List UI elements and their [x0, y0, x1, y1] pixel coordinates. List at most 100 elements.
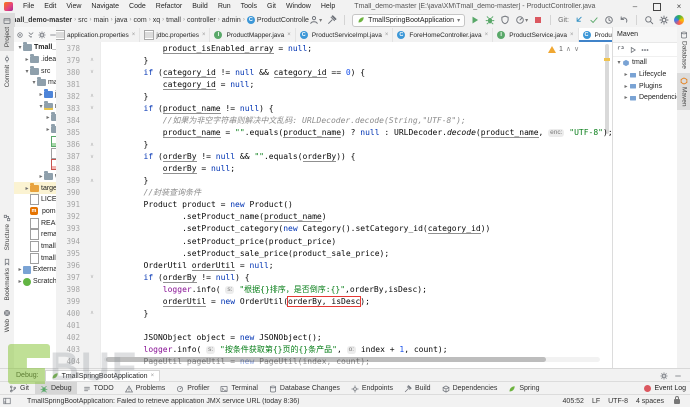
fold-marker[interactable]: ∧ [84, 138, 101, 151]
fold-marker[interactable]: ∨ [84, 102, 101, 115]
code-line[interactable]: 402 JSONObject object = new JSONObject(); [56, 331, 612, 344]
tree-item[interactable]: ▾ src [14, 65, 56, 77]
editor-tab[interactable]: CProductController.java× [578, 28, 612, 42]
layout-icon[interactable] [3, 397, 11, 405]
file-encoding[interactable]: UTF-8 [608, 398, 628, 405]
breadcrumb-item[interactable]: xq [153, 17, 160, 24]
warning-stripe-mark[interactable] [604, 58, 610, 61]
profiler-button[interactable]: ▾ [515, 15, 528, 25]
editor-tab[interactable]: jdbc.properties × [140, 28, 211, 42]
fold-marker[interactable]: ∨ [84, 271, 101, 284]
menu-refactor[interactable]: Refactor [151, 3, 187, 10]
tree-item[interactable]: ▾Tmall_demo-master [14, 42, 56, 54]
maximize-button[interactable] [646, 0, 668, 13]
maven-tree-item[interactable]: ▸ Lifecycle [613, 69, 677, 81]
close-icon[interactable]: × [570, 32, 574, 38]
maven-tree-item[interactable]: ▸ Plugins [613, 80, 677, 92]
code-line[interactable]: 382 ∧} [56, 90, 612, 103]
maven-tree-item[interactable]: ▾ tmall [613, 57, 677, 69]
menu-run[interactable]: Run [213, 3, 236, 10]
code-line[interactable]: 388 orderBy = null; [56, 162, 612, 175]
tree-item[interactable]: tmalldemo.sql [14, 252, 56, 264]
breadcrumb-item[interactable]: main [93, 17, 108, 24]
fold-marker[interactable]: ∧ [84, 90, 101, 103]
tree-item[interactable]: ▸mapper [14, 112, 56, 124]
tree-item[interactable]: ▸Scratches and Consoles [14, 276, 56, 288]
code-line[interactable]: 386 ∧} [56, 138, 612, 151]
close-icon[interactable]: × [151, 373, 155, 379]
settings-button[interactable] [660, 371, 668, 380]
editor-tab[interactable]: I ProductService.java × [493, 28, 579, 42]
close-icon[interactable]: × [485, 32, 489, 38]
code-line[interactable]: 401 [56, 319, 612, 332]
tree-item[interactable]: m pom.xml [14, 206, 56, 218]
menu-edit[interactable]: Edit [39, 3, 61, 10]
debug-session-tab[interactable]: TmallSpringBootApplication × [44, 369, 161, 382]
maven-tree-item[interactable]: ▸Dependencies [613, 92, 677, 104]
tree-item[interactable]: ▾main [14, 77, 56, 89]
horizontal-scrollbar[interactable] [106, 357, 546, 362]
close-button[interactable]: × [668, 0, 690, 13]
settings-button[interactable] [659, 15, 669, 25]
tree-item[interactable]: README.md [14, 217, 56, 229]
breadcrumb-item[interactable]: tmall [166, 17, 181, 24]
code-line[interactable]: 394 .setProduct_price(product_price) [56, 235, 612, 248]
git-commit-button[interactable] [589, 15, 599, 25]
tree-item[interactable]: ▸target [14, 182, 56, 194]
tree-item[interactable]: logback.xml [14, 159, 56, 171]
code-line[interactable]: 393 .setProduct_category(new Category().s… [56, 222, 612, 235]
breadcrumb-item[interactable]: Tmall_demo-master [6, 17, 72, 24]
code-editor[interactable]: 378 product_isEnabled_array = null; 379 ∧} 3… [56, 42, 612, 368]
build-button[interactable] [327, 15, 337, 25]
indent-setting[interactable]: 4 spaces [636, 398, 664, 405]
breadcrumb-item[interactable]: com [134, 17, 147, 24]
tree-item[interactable]: ▸sql [14, 124, 56, 136]
collapse-all-button[interactable] [27, 31, 35, 39]
prev-warning-icon[interactable]: ∧ [566, 45, 571, 53]
tree-item[interactable]: remark [14, 229, 56, 241]
run-button[interactable] [470, 15, 480, 25]
refresh-button[interactable] [617, 45, 625, 54]
tree-item[interactable]: application.properties [14, 135, 56, 148]
undo-button[interactable] [619, 15, 629, 25]
stripe-tab-bookmarks[interactable]: Bookmarks [0, 254, 14, 305]
code-line[interactable]: 391 Product product = new Product() [56, 198, 612, 211]
code-line[interactable]: 403 logger.info( s: "按条件获取第{}页的{}条产品", o:… [56, 343, 612, 356]
editor-tab[interactable]: I ProductMapper.java × [210, 28, 296, 42]
code-line[interactable]: 379 ∧} [56, 54, 612, 67]
code-line[interactable]: 380 ∨ if (category_id != null && category_… [56, 66, 612, 79]
search-everywhere-button[interactable] [644, 15, 654, 25]
menu-tools[interactable]: Tools [236, 3, 262, 10]
fold-marker[interactable]: ∧ [84, 307, 101, 320]
tree-item[interactable]: ▸External Libraries [14, 264, 56, 276]
stop-button[interactable] [533, 15, 543, 25]
menu-build[interactable]: Build [187, 3, 213, 10]
git-update-button[interactable] [574, 15, 584, 25]
menu-code[interactable]: Code [124, 3, 151, 10]
code-line[interactable]: 390 //封装查询条件 [56, 186, 612, 199]
tree-item[interactable]: ▸java [14, 89, 56, 101]
stripe-tab-web[interactable]: Web [0, 305, 14, 336]
close-icon[interactable]: × [287, 32, 291, 38]
breadcrumb-item[interactable]: src [78, 17, 87, 24]
menu-file[interactable]: File [18, 3, 39, 10]
fold-marker[interactable]: ∨ [84, 150, 101, 163]
readonly-lock-icon[interactable] [674, 395, 680, 404]
code-line[interactable]: 387 ∨ if (orderBy != null && "".equals(ord… [56, 150, 612, 163]
menu-window[interactable]: Window [281, 3, 316, 10]
menu-view[interactable]: View [61, 3, 86, 10]
tree-item[interactable]: ▸webapp [14, 170, 56, 183]
breadcrumb-item[interactable]: C ProductController [246, 16, 309, 24]
next-warning-icon[interactable]: ∨ [574, 45, 579, 53]
inspection-widget[interactable]: 1 ∧ ∨ [548, 45, 579, 53]
code-line[interactable]: 384 //如果为非空字符串则解决中文乱码: URLDecoder.decode(… [56, 114, 612, 127]
code-line[interactable]: 399 orderUtil = new OrderUtil(orderBy, is… [56, 295, 612, 308]
menu-navigate[interactable]: Navigate [86, 3, 124, 10]
fold-marker[interactable]: ∧ [84, 54, 101, 67]
code-line[interactable]: 397 ∨ if (orderBy != null) { [56, 271, 612, 284]
tree-item[interactable]: ▾resources [14, 100, 56, 112]
debug-button[interactable] [485, 15, 495, 25]
hide-button[interactable] [674, 372, 682, 380]
code-line[interactable]: 381 category_id = null; [56, 78, 612, 91]
code-line[interactable]: 389 ∧} [56, 174, 612, 187]
